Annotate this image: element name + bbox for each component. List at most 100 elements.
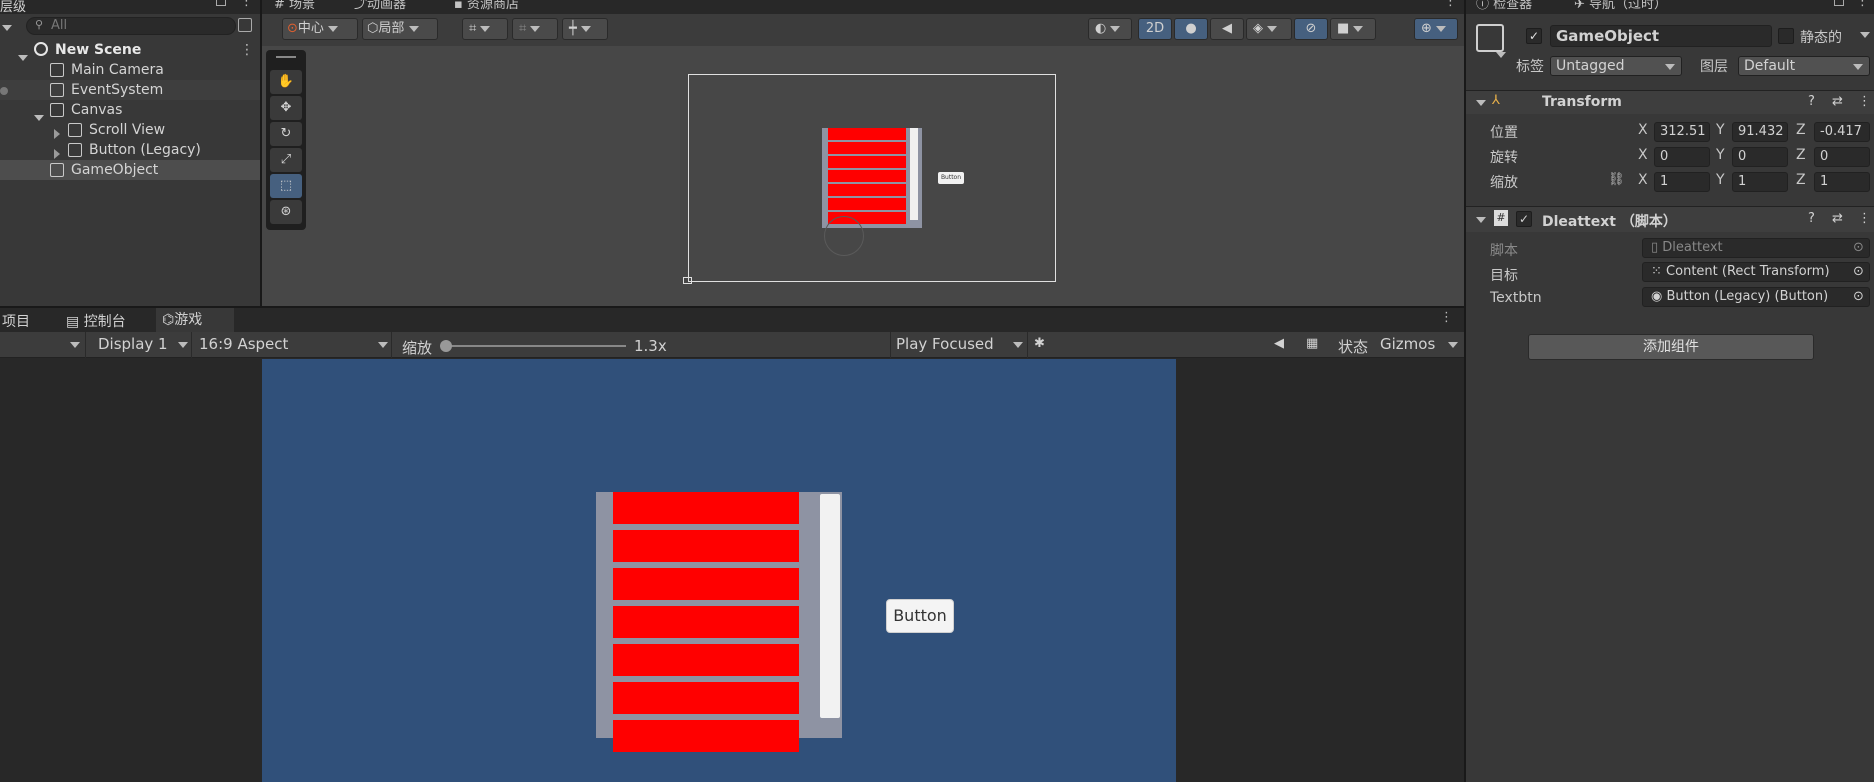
hierarchy-item-event-system[interactable]: EventSystem [0, 80, 260, 100]
create-dropdown[interactable] [2, 20, 12, 35]
rotate-tool-button[interactable]: ↻ [270, 122, 302, 146]
scale-y-field[interactable]: 1 [1732, 172, 1788, 192]
visibility-toggle[interactable]: ⊘ [1294, 18, 1328, 40]
chevron-down-icon[interactable] [1860, 32, 1870, 38]
tab-inspector[interactable]: ⓘ 检查器 [1476, 0, 1532, 14]
pivot-dropdown[interactable]: ⊙中心 [282, 18, 358, 40]
hierarchy-item-scroll-view[interactable]: Scroll View [0, 120, 260, 140]
game-scrollbar[interactable] [820, 494, 840, 718]
foldout-arrow-icon[interactable] [1476, 217, 1486, 223]
rotation-z-field[interactable]: 0 [1814, 147, 1870, 167]
target-field[interactable]: ⁙ Content (Rect Transform) ⊙ [1642, 262, 1870, 282]
position-x-field[interactable]: 312.51 [1654, 122, 1710, 142]
scale-tool-button[interactable]: ⤢ [270, 148, 302, 172]
object-picker-icon[interactable]: ⊙ [1853, 239, 1864, 257]
scale-x-field[interactable]: 1 [1654, 172, 1710, 192]
gizmos-dropdown[interactable]: ⊕ [1414, 18, 1458, 40]
object-picker-icon[interactable]: ⊙ [1853, 288, 1864, 306]
scale-slider-track[interactable] [446, 345, 626, 347]
hierarchy-tab[interactable]: 层级 [0, 0, 26, 15]
audio-toggle[interactable]: ◀ [1210, 18, 1244, 40]
position-z-field[interactable]: -0.417 [1814, 122, 1870, 142]
panel-divider[interactable] [1464, 0, 1466, 782]
tab-navigation[interactable]: ✈ 导航（过时） [1574, 0, 1667, 14]
draw-mode-dropdown[interactable]: ◐ [1088, 18, 1132, 40]
lock-icon[interactable] [216, 0, 226, 6]
scene-button[interactable]: Button [938, 172, 964, 184]
foldout-arrow-icon[interactable] [1476, 100, 1486, 106]
grid-snap-button[interactable]: ⌗ [462, 18, 508, 40]
rect-tool-button[interactable]: ⬚ [270, 174, 302, 198]
ruler-button[interactable]: ┿ [562, 18, 608, 40]
help-icon[interactable]: ? [1808, 211, 1815, 226]
layer-dropdown[interactable]: Default [1738, 56, 1870, 76]
scale-z-field[interactable]: 1 [1814, 172, 1870, 192]
hierarchy-item-main-camera[interactable]: Main Camera [0, 60, 260, 80]
component-menu-icon[interactable]: ⋮ [1858, 94, 1871, 109]
aspect-dropdown[interactable]: 16:9 Aspect [194, 332, 392, 358]
panel-divider[interactable] [260, 0, 262, 306]
object-name-field[interactable]: GameObject [1550, 25, 1772, 47]
tab-game[interactable]: ⌬游戏 [156, 308, 234, 332]
static-checkbox[interactable] [1778, 28, 1794, 44]
tag-dropdown[interactable]: Untagged [1550, 56, 1682, 76]
game-mode-dropdown[interactable] [0, 332, 86, 358]
lock-icon[interactable] [1834, 0, 1844, 6]
tab-asset-store[interactable]: ▪ 资源商店 [454, 0, 519, 14]
tab-animator[interactable]: ⤴动画器 [354, 0, 406, 14]
camera-dropdown[interactable]: ■ [1330, 18, 1376, 40]
visibility-icon[interactable] [0, 87, 8, 95]
preset-icon[interactable]: ⇄ [1832, 211, 1843, 226]
game-button[interactable]: Button [886, 599, 954, 633]
game-scroll-view[interactable] [596, 492, 842, 752]
component-enabled-checkbox[interactable]: ✓ [1516, 211, 1532, 227]
effects-dropdown[interactable]: ◈ [1246, 18, 1292, 40]
position-y-field[interactable]: 91.432 [1732, 122, 1788, 142]
scene-row[interactable]: New Scene ⋮ [0, 40, 260, 61]
constrain-proportions-icon[interactable]: ⛓ [1608, 172, 1625, 187]
shortcuts-button[interactable]: ▦ [1306, 336, 1318, 351]
anchor-handle[interactable] [683, 277, 692, 284]
display-dropdown[interactable]: Display 1 [88, 332, 192, 358]
textbtn-field[interactable]: ◉ Button (Legacy) (Button) ⊙ [1642, 287, 1870, 307]
tab-project[interactable]: 项目 [2, 311, 30, 331]
component-menu-icon[interactable]: ⋮ [1858, 211, 1871, 226]
gizmos-button[interactable]: Gizmos [1380, 332, 1464, 358]
palette-grip-icon[interactable] [276, 56, 296, 58]
game-render-area[interactable]: Button [262, 359, 1176, 782]
scene-menu-icon[interactable]: ⋮ [1444, 0, 1457, 9]
hierarchy-item-button-legacy[interactable]: Button (Legacy) [0, 140, 260, 160]
object-picker-icon[interactable]: ⊙ [1853, 263, 1864, 281]
transform-header[interactable]: ⅄ Transform ? ⇄ ⋮ [1466, 90, 1874, 114]
space-dropdown[interactable]: ⬡局部 [362, 18, 438, 40]
game-menu-icon[interactable]: ⋮ [1440, 310, 1453, 325]
stats-button[interactable]: 状态 [1338, 336, 1368, 357]
add-component-button[interactable]: 添加组件 [1528, 334, 1814, 360]
move-tool-button[interactable]: ✥ [270, 96, 302, 120]
play-mode-dropdown[interactable]: Play Focused [890, 332, 1028, 358]
rotation-x-field[interactable]: 0 [1654, 147, 1710, 167]
mute-audio-button[interactable]: ◀ [1274, 336, 1284, 351]
more-icon[interactable]: ⋮ [240, 0, 253, 9]
hierarchy-item-canvas[interactable]: Canvas [0, 100, 260, 121]
chevron-down-icon[interactable] [1496, 52, 1506, 58]
scene-menu-icon[interactable]: ⋮ [240, 40, 254, 60]
rotation-y-field[interactable]: 0 [1732, 147, 1788, 167]
lighting-toggle[interactable]: ● [1174, 18, 1208, 40]
scene-scrollbar[interactable] [910, 128, 918, 220]
preset-icon[interactable]: ⇄ [1832, 94, 1843, 109]
hand-tool-button[interactable]: ✋ [270, 70, 302, 94]
tab-console[interactable]: ▤ 控制台 [66, 311, 126, 331]
increment-snap-button[interactable]: ⌗ [512, 18, 558, 40]
search-scene-icon[interactable] [238, 18, 252, 32]
panel-divider[interactable] [0, 306, 1464, 308]
more-icon[interactable]: ⋮ [1856, 0, 1869, 9]
scene-scroll-view[interactable] [822, 128, 922, 228]
scale-slider-thumb[interactable] [440, 340, 452, 352]
hierarchy-item-gameobject[interactable]: GameObject [0, 160, 260, 180]
script-component-header[interactable]: # ✓ Dleattext （脚本） ? ⇄ ⋮ [1466, 206, 1874, 232]
active-checkbox[interactable]: ✓ [1526, 28, 1542, 44]
help-icon[interactable]: ? [1808, 94, 1815, 109]
search-input[interactable]: ⚲ All [26, 17, 236, 35]
tab-scene[interactable]: # 场景 [274, 0, 315, 14]
